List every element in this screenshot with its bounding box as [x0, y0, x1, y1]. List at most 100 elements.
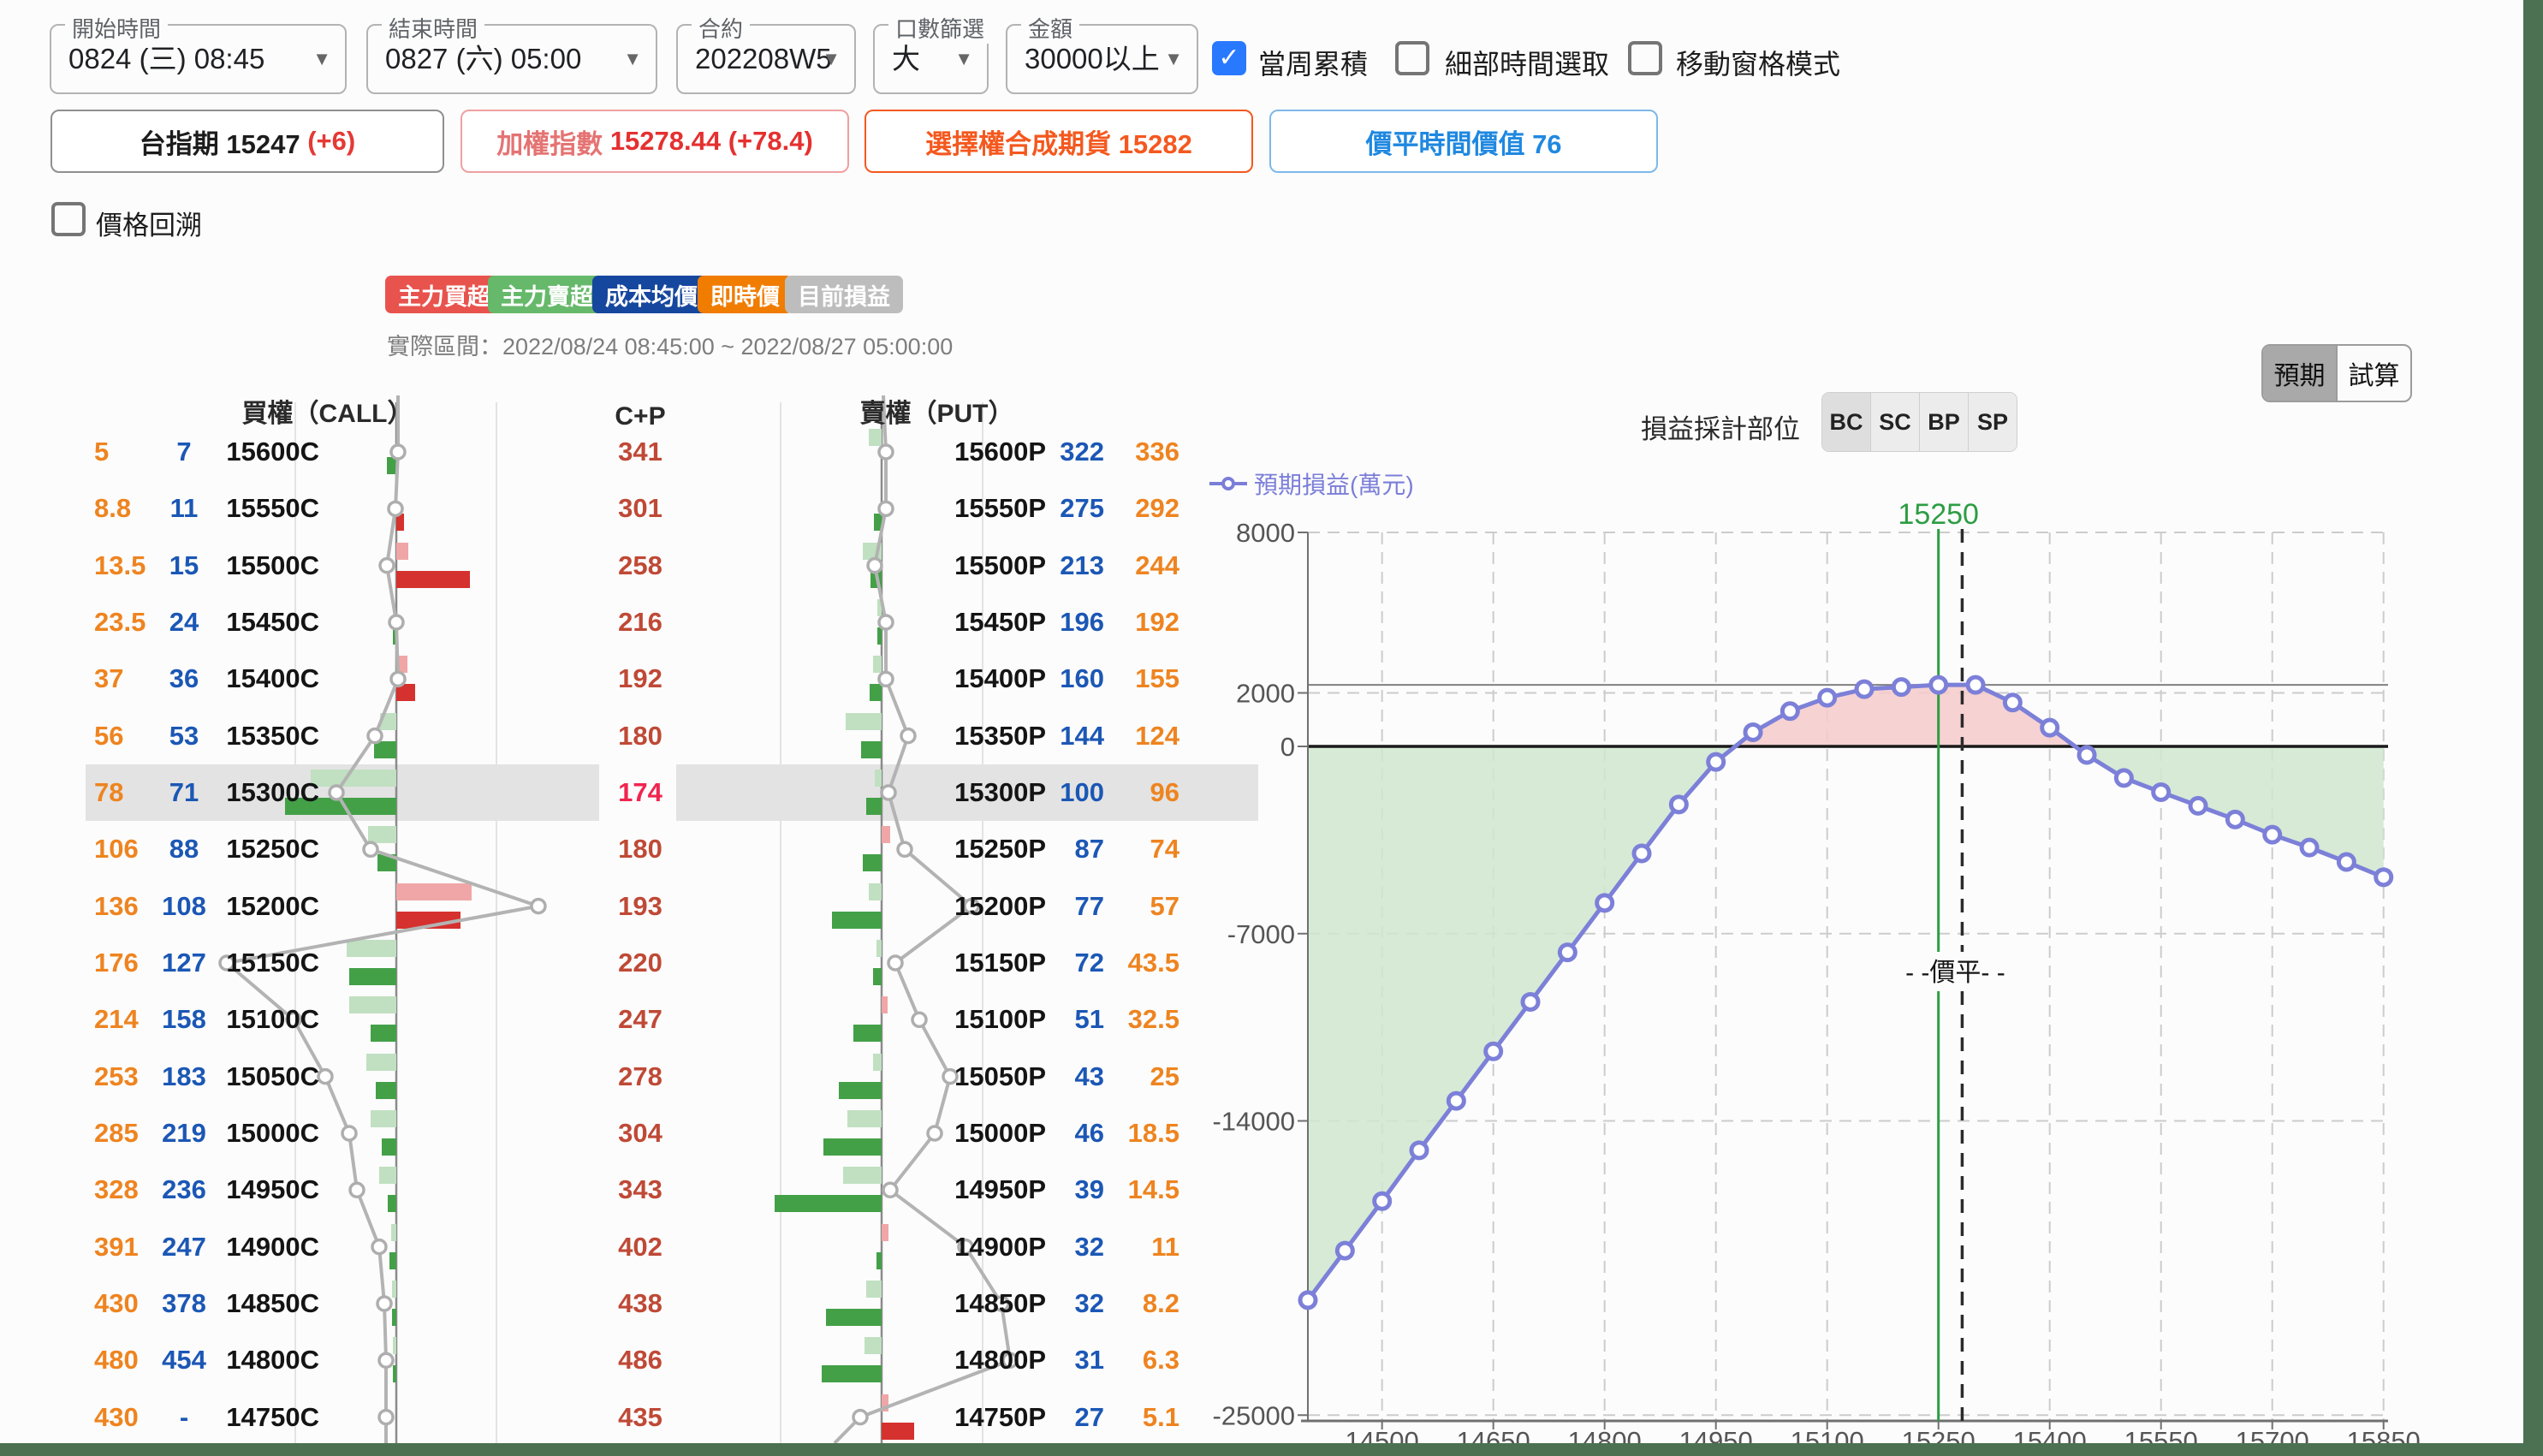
put-cost: 72 [1051, 944, 1104, 982]
chip-主力賣超[interactable]: 主力賣超 [488, 276, 606, 313]
cost-line-marker [389, 502, 402, 515]
cp-value: 341 [597, 433, 683, 471]
select-結束時間[interactable]: 結束時間0827 (六) 05:00▼ [366, 24, 657, 94]
cost-line-marker [318, 1070, 332, 1084]
curve-marker [1745, 724, 1761, 740]
price-trace-checkbox[interactable] [51, 202, 86, 236]
options-synthetic-futures-button[interactable]: 選擇權合成期貨 15282 [865, 110, 1253, 173]
put-strike: 15600P [946, 433, 1046, 471]
call-strike: 15600C [221, 433, 319, 471]
put-price: 192 [1109, 603, 1179, 641]
put-strike: 15300P [946, 774, 1046, 811]
checkbox-移動窗格模式[interactable] [1628, 41, 1662, 75]
put-strike: 14850P [946, 1285, 1046, 1322]
curve-marker [2227, 811, 2243, 827]
position-button-SC[interactable]: SC [1870, 393, 1919, 451]
put-cost: 32 [1051, 1285, 1104, 1322]
chip-即時價[interactable]: 即時價 [698, 276, 793, 313]
put-strike: 14750P [946, 1399, 1046, 1436]
chevron-down-icon: ▼ [623, 26, 642, 92]
call-cost: 88 [150, 830, 218, 868]
curve-marker [1486, 1043, 1501, 1059]
put-price: 74 [1109, 830, 1179, 868]
put-cost: 196 [1051, 603, 1104, 641]
cp-value: 301 [597, 490, 683, 527]
y-tick-label: -7000 [1227, 919, 1295, 949]
cost-line-marker [853, 1411, 867, 1424]
call-strike: 15350C [221, 717, 319, 755]
checkbox-細部時間選取[interactable] [1395, 41, 1429, 75]
curve-marker [2079, 747, 2094, 763]
curve-marker [1560, 945, 1575, 960]
chip-目前損益[interactable]: 目前損益 [785, 276, 903, 313]
curve-marker [1820, 690, 1835, 705]
select-口數篩選[interactable]: 口數篩選大▼ [873, 24, 989, 94]
position-button-SP[interactable]: SP [1968, 393, 2017, 451]
cp-value: 180 [597, 717, 683, 755]
chip-主力買超[interactable]: 主力買超 [385, 276, 503, 313]
position-button-BC[interactable]: BC [1822, 393, 1870, 451]
cost-line-marker [350, 1183, 364, 1197]
profit-chart-canvas[interactable]: 800020000-7000-14000-2500014500146501480… [0, 0, 2543, 1456]
put-cost: 160 [1051, 660, 1104, 698]
put-strike: 15150P [946, 944, 1046, 982]
call-cost: 7 [150, 433, 218, 471]
call-cost: 15 [150, 547, 218, 585]
select-開始時間[interactable]: 開始時間0824 (三) 08:45▼ [50, 24, 347, 94]
curve-marker [1448, 1093, 1464, 1108]
put-header: 賣權（PUT） [832, 392, 1042, 430]
curve-marker [1893, 680, 1909, 695]
put-cost: 27 [1051, 1399, 1104, 1436]
checkbox-label-細部時間選取: 細部時間選取 [1445, 43, 1609, 82]
put-price: 6.3 [1109, 1341, 1179, 1379]
cost-line-marker [532, 900, 545, 913]
chip-成本均價[interactable]: 成本均價 [592, 276, 710, 313]
curve-marker [2190, 798, 2206, 813]
atm-time-value-button[interactable]: 價平時間價值 76 [1269, 110, 1658, 173]
checkbox-當周累積[interactable]: ✓ [1212, 41, 1246, 75]
call-strike: 14800C [221, 1341, 319, 1379]
put-strike: 14800P [946, 1341, 1046, 1379]
cp-value: 438 [597, 1285, 683, 1322]
select-金額[interactable]: 金額30000以上▼ [1006, 24, 1198, 94]
curve-marker [2116, 770, 2131, 786]
select-value: 0827 (六) 05:00 [385, 26, 581, 92]
cp-value: 486 [597, 1341, 683, 1379]
cost-line-marker [879, 615, 893, 629]
spot-price-label: 15250 [1898, 498, 1979, 531]
call-cost: 158 [150, 1001, 218, 1038]
quote-text: 15278.44 (+78.4) [610, 126, 813, 157]
put-price: 11 [1109, 1228, 1179, 1266]
call-strike: 14750C [221, 1399, 319, 1436]
cost-line-marker [330, 786, 343, 799]
call-strike: 14950C [221, 1171, 319, 1209]
y-tick-label: -14000 [1212, 1107, 1295, 1137]
mode-tab-試算[interactable]: 試算 [2336, 346, 2410, 401]
chevron-down-icon: ▼ [954, 26, 973, 92]
quote-text: 加權指數 [496, 122, 610, 161]
cost-line-marker [879, 502, 893, 515]
mode-tab-預期[interactable]: 預期 [2263, 346, 2336, 401]
quote-text: 台指期 15247 [140, 122, 307, 161]
curve-marker [2154, 784, 2169, 799]
put-price: 43.5 [1109, 944, 1179, 982]
call-strike: 15050C [221, 1058, 319, 1096]
cost-line-marker [882, 786, 895, 799]
position-button-BP[interactable]: BP [1919, 393, 1968, 451]
select-合約[interactable]: 合約202208W5▼ [676, 24, 856, 94]
put-strike: 14950P [946, 1171, 1046, 1209]
weighted-index-button[interactable]: 加權指數 15278.44 (+78.4) [460, 110, 849, 173]
cp-value: 343 [597, 1171, 683, 1209]
put-strike: 15200P [946, 888, 1046, 925]
call-cost: 11 [150, 490, 218, 527]
chevron-down-icon: ▼ [1164, 26, 1183, 92]
call-strike: 15500C [221, 547, 319, 585]
put-price: 5.1 [1109, 1399, 1179, 1436]
put-cost: 46 [1051, 1114, 1104, 1152]
quote-text: 價平時間價值 76 [1365, 122, 1561, 161]
position-picker: BCSCBPSP [1821, 392, 2017, 452]
call-strike: 14850C [221, 1285, 319, 1322]
taiex-futures-button[interactable]: 台指期 15247 (+6) [51, 110, 444, 173]
put-price: 32.5 [1109, 1001, 1179, 1038]
curve-marker [1708, 754, 1724, 770]
